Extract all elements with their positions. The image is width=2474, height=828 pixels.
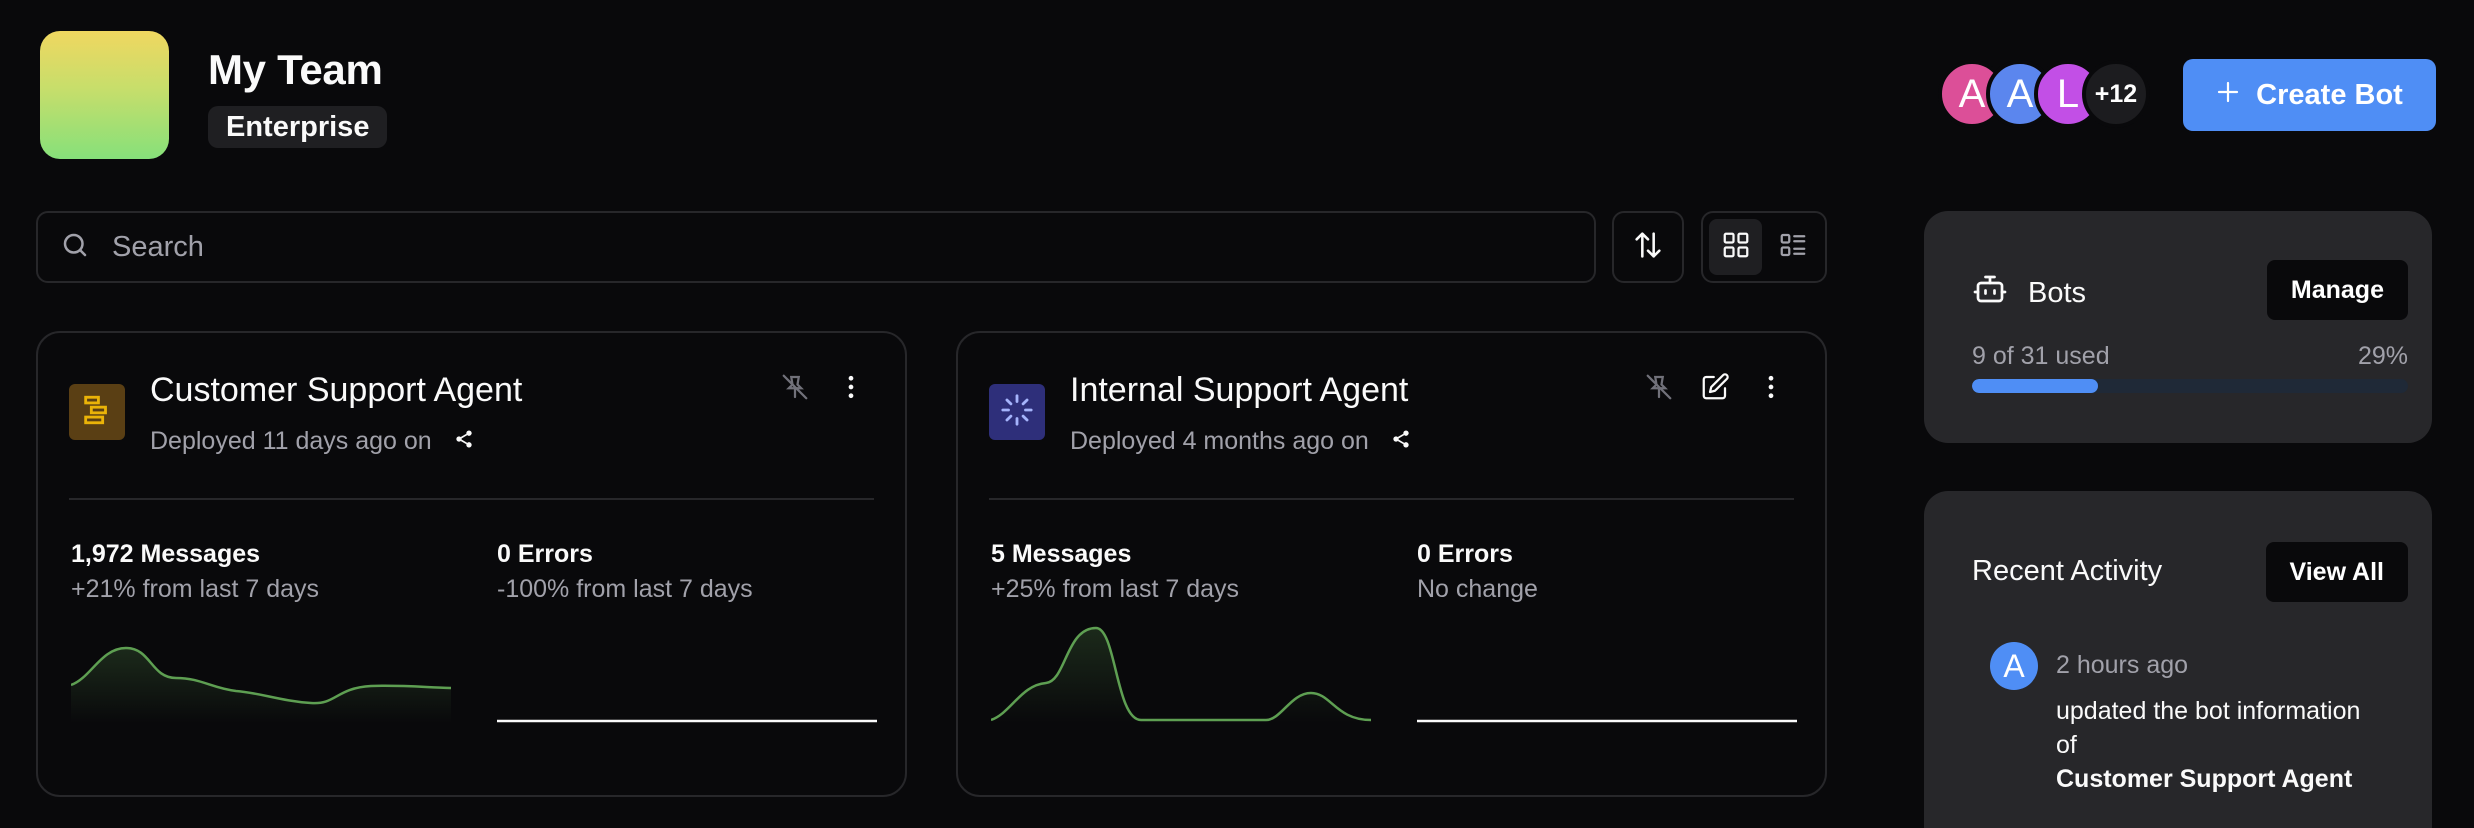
share-icon[interactable]	[454, 427, 474, 456]
pin-off-icon	[780, 372, 810, 407]
more-button[interactable]	[833, 371, 869, 407]
pin-off-icon	[1644, 372, 1674, 407]
unpin-button[interactable]	[777, 371, 813, 407]
loader-icon	[1000, 393, 1034, 432]
card-actions	[1641, 371, 1789, 407]
view-toggle[interactable]	[1701, 211, 1827, 283]
member-avatars[interactable]: A A L +12	[1938, 60, 2150, 128]
more-button[interactable]	[1753, 371, 1789, 407]
messages-delta: +25% from last 7 days	[991, 575, 1240, 603]
bot-card[interactable]: Customer Support Agent Deployed 11 days …	[36, 331, 907, 797]
grid-icon	[1721, 230, 1751, 265]
usage-text: 9 of 31 used	[1972, 342, 2110, 370]
card-actions	[777, 371, 869, 407]
bot-icon	[1972, 271, 2008, 315]
errors-delta: -100% from last 7 days	[497, 575, 753, 603]
bot-card[interactable]: Internal Support Agent Deployed 4 months…	[956, 331, 1827, 797]
deploy-info: Deployed 11 days ago on	[150, 427, 474, 456]
usage-progress-fill	[1972, 379, 2099, 393]
bots-panel-label: Bots	[2028, 276, 2087, 309]
more-members-badge[interactable]: +12	[2082, 60, 2150, 128]
bot-name[interactable]: Customer Support Agent	[150, 371, 522, 410]
list-icon	[1778, 230, 1808, 265]
team-logo	[40, 31, 169, 159]
grid-view-button[interactable]	[1709, 219, 1762, 275]
deploy-text: Deployed 4 months ago on	[1070, 427, 1369, 455]
errors-stat: 0 Errors -100% from last 7 days	[497, 540, 753, 604]
search-icon	[60, 230, 90, 265]
search-bar[interactable]	[36, 211, 1596, 283]
messages-delta: +21% from last 7 days	[71, 575, 320, 603]
messages-sparkline	[991, 626, 1371, 723]
card-divider	[989, 498, 1794, 500]
usage-percent: 29%	[2357, 342, 2408, 370]
messages-stat: 5 Messages +25% from last 7 days	[991, 540, 1239, 604]
usage-progress-bar	[1972, 379, 2408, 393]
activity-target[interactable]: Customer Support Agent	[2056, 762, 2386, 796]
more-vertical-icon	[836, 372, 866, 407]
avatar: A	[1990, 642, 2038, 690]
messages-count: 5 Messages	[991, 540, 1132, 568]
edit-button[interactable]	[1697, 371, 1733, 407]
create-bot-label: Create Bot	[2256, 78, 2403, 111]
card-divider	[69, 498, 874, 500]
errors-sparkline	[497, 719, 877, 723]
manage-button[interactable]: Manage	[2266, 260, 2408, 320]
errors-count: 0 Errors	[1417, 540, 1513, 568]
view-all-button[interactable]: View All	[2265, 542, 2408, 602]
sort-icon	[1631, 228, 1665, 267]
bot-name[interactable]: Internal Support Agent	[1070, 371, 1408, 410]
create-bot-button[interactable]: Create Bot	[2183, 59, 2436, 131]
sort-button[interactable]	[1612, 211, 1684, 283]
share-icon[interactable]	[1391, 427, 1411, 456]
bot-avatar	[69, 384, 125, 440]
activity-text: updated the bot information of	[2056, 697, 2361, 759]
activity-time: 2 hours ago	[2056, 651, 2189, 679]
errors-stat: 0 Errors No change	[1417, 540, 1538, 604]
bots-panel-title: Bots	[1972, 271, 2086, 315]
deploy-text: Deployed 11 days ago on	[150, 427, 432, 455]
deploy-info: Deployed 4 months ago on	[1070, 427, 1411, 456]
more-vertical-icon	[1756, 372, 1786, 407]
errors-delta: No change	[1417, 575, 1538, 603]
errors-count: 0 Errors	[497, 540, 593, 568]
activity-title: Recent Activity	[1972, 555, 2163, 587]
search-input[interactable]	[112, 230, 1512, 264]
plan-badge: Enterprise	[208, 106, 388, 148]
list-view-button[interactable]	[1766, 219, 1819, 275]
plus-icon	[2216, 79, 2240, 112]
edit-icon	[1700, 372, 1730, 407]
team-name: My Team	[208, 46, 383, 93]
errors-sparkline	[1417, 719, 1797, 723]
messages-stat: 1,972 Messages +21% from last 7 days	[71, 540, 319, 604]
messages-count: 1,972 Messages	[71, 540, 261, 568]
recent-activity-panel: Recent Activity View All A 2 hours ago u…	[1924, 491, 2432, 828]
gantt-icon	[80, 393, 114, 432]
bot-avatar	[989, 384, 1045, 440]
unpin-button[interactable]	[1641, 371, 1677, 407]
bots-usage-panel: Bots Manage 9 of 31 used 29%	[1924, 211, 2432, 443]
activity-item: updated the bot information of Customer …	[2056, 694, 2386, 796]
messages-sparkline	[71, 646, 451, 723]
